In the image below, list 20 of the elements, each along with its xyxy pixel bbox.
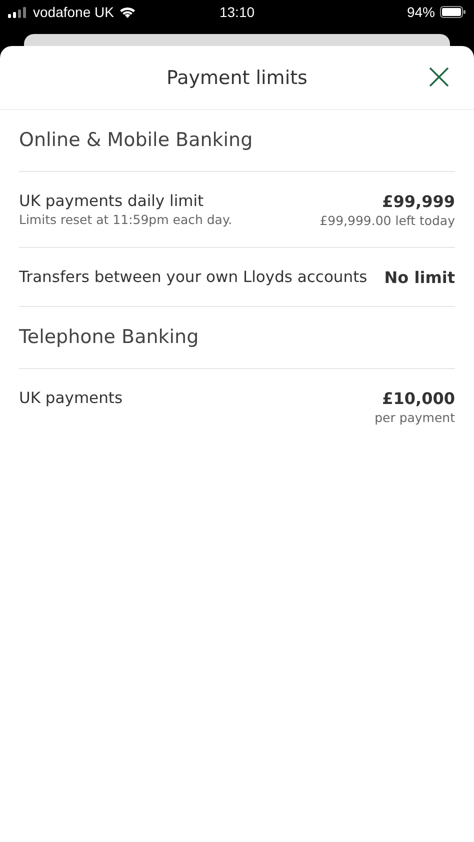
clock-time: 13:10 — [219, 4, 255, 20]
limit-value: £10,000 — [382, 389, 455, 408]
wifi-icon — [118, 6, 136, 18]
limit-value: No limit — [384, 268, 455, 287]
limit-label: UK payments — [19, 389, 123, 407]
limit-value-note: per payment — [374, 410, 455, 425]
limit-label: Transfers between your own Lloyds accounts — [19, 268, 368, 286]
limit-value-note: £99,999.00 left today — [320, 213, 455, 228]
signal-icon — [8, 6, 28, 18]
limit-label: UK payments daily limit — [19, 192, 205, 210]
section-heading: Telephone Banking — [19, 307, 455, 369]
carrier-name: vodafone UK — [33, 4, 114, 20]
close-icon — [429, 67, 449, 87]
close-button[interactable] — [428, 66, 450, 88]
battery-percent: 94% — [406, 4, 435, 20]
page-title: Payment limits — [166, 66, 308, 88]
limit-value: £99,999 — [382, 192, 455, 211]
section-heading: Online & Mobile Banking — [19, 110, 455, 172]
limit-note: Limits reset at 11:59pm each day. — [19, 212, 232, 227]
battery-icon — [440, 6, 466, 18]
